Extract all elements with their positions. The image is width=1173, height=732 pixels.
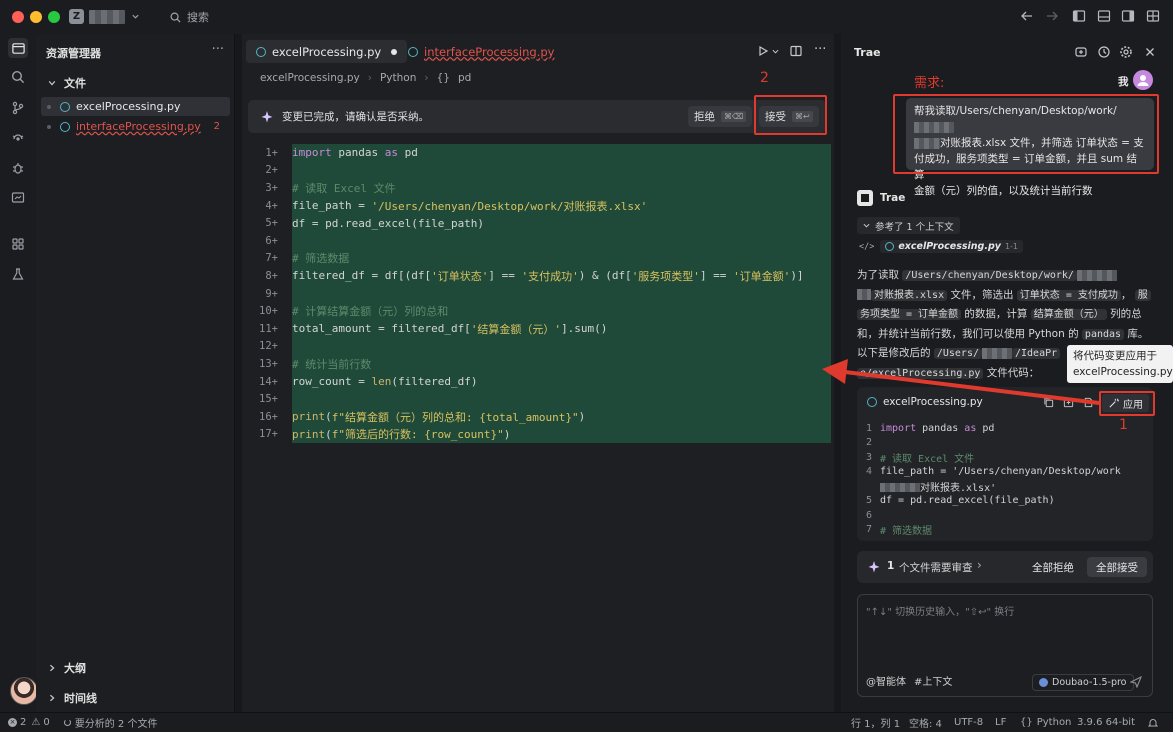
- annotation-arrow: [822, 359, 1100, 405]
- line-ending[interactable]: LF: [995, 717, 1006, 728]
- tooltip-line: excelProcessing.py: [1073, 366, 1173, 378]
- language-label: Python: [1036, 717, 1072, 728]
- analysis-text: 要分析的 2 个文件: [74, 719, 158, 730]
- problems-indicator[interactable]: × 2 ⚠ 0: [8, 717, 50, 728]
- cursor-position[interactable]: 行 1，列 1: [851, 715, 900, 730]
- error-count: 2: [20, 717, 27, 728]
- warning-count: 0: [43, 717, 50, 728]
- tooltip-line: 将代码变更应用于: [1073, 350, 1157, 362]
- encoding[interactable]: UTF-8: [954, 717, 983, 728]
- analysis-status[interactable]: 要分析的 2 个文件: [63, 715, 158, 730]
- warning-icon: ⚠: [31, 717, 41, 728]
- apply-tooltip: 将代码变更应用于 excelProcessing.py: [1067, 345, 1173, 383]
- error-icon: ×: [8, 718, 17, 727]
- spinner-icon: [63, 719, 71, 726]
- notifications-icon[interactable]: [1148, 718, 1158, 728]
- python-version[interactable]: 3.9.6 64-bit: [1077, 717, 1135, 728]
- braces-icon: {}: [1020, 717, 1033, 728]
- status-bar: × 2 ⚠ 0 要分析的 2 个文件 行 1，列 1 空格: 4 UTF-8 L…: [0, 712, 1173, 732]
- indent-setting[interactable]: 空格: 4: [909, 715, 942, 730]
- language-mode[interactable]: {} Python: [1020, 717, 1071, 728]
